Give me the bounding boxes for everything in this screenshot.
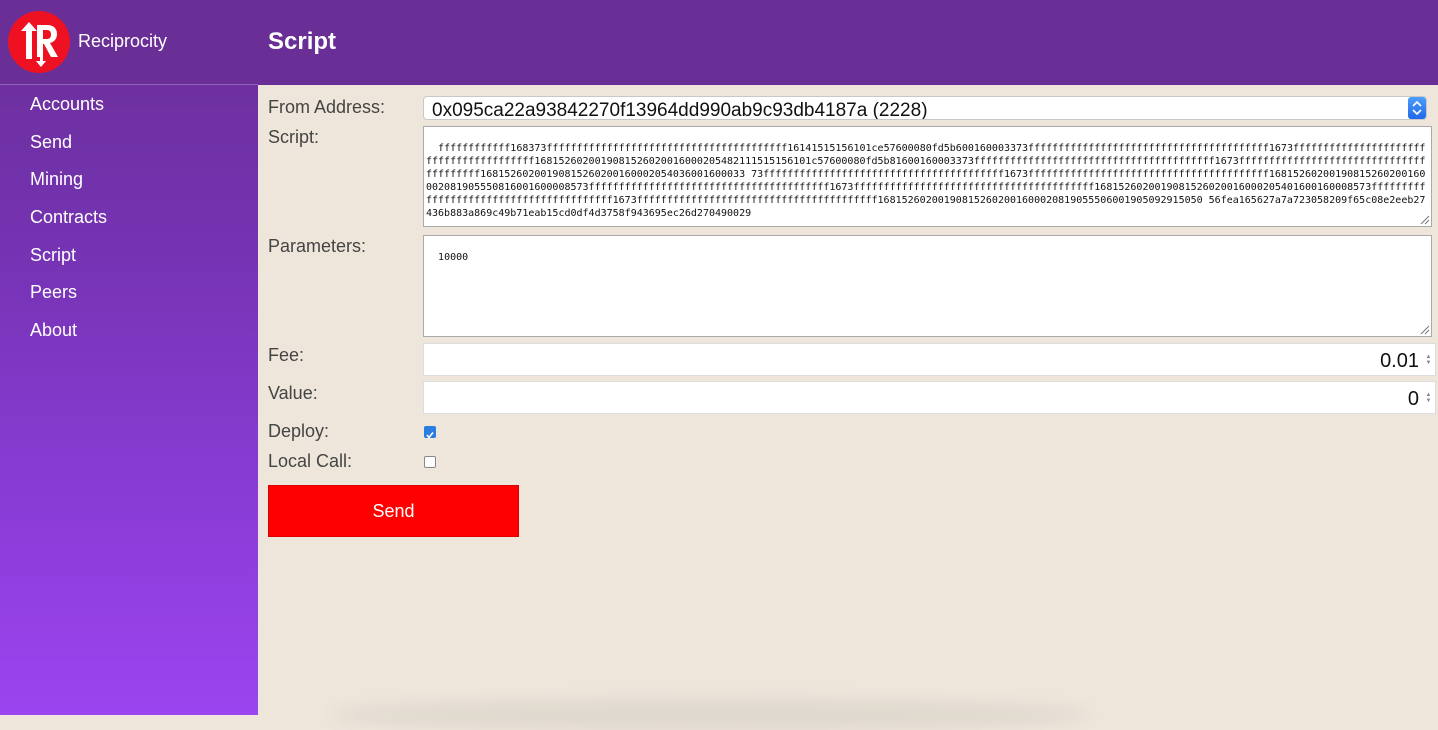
from-address-label: From Address: [268,97,386,117]
sidebar-item-send[interactable]: Send [30,132,72,153]
sidebar-item-contracts[interactable]: Contracts [30,207,107,228]
sidebar-item-script[interactable]: Script [30,245,76,266]
from-address-select[interactable]: 0x095ca22a93842270f13964dd990ab9c93db418… [423,96,1427,120]
reciprocity-logo-icon[interactable] [8,11,70,73]
local-call-label: Local Call: [268,451,353,471]
deploy-label: Deploy: [268,421,330,441]
sidebar: Reciprocity Accounts Send Mining Contrac… [0,0,258,715]
sidebar-item-accounts[interactable]: Accounts [30,94,104,115]
spinner-icon[interactable]: ▲ ▼ [1425,354,1432,366]
check-icon [426,432,434,439]
script-textarea[interactable]: ffffffffffff168373ffffffffffffffffffffff… [423,126,1432,227]
sidebar-item-peers[interactable]: Peers [30,282,77,303]
parameters-label: Parameters: [268,236,367,256]
script-text: ffffffffffff168373ffffffffffffffffffffff… [426,143,1426,219]
resize-grip-icon[interactable] [1419,324,1430,335]
value-label: Value: [268,383,318,403]
parameters-text: 10000 [438,252,469,263]
local-call-checkbox[interactable] [424,456,436,468]
value-value: 0 [1407,388,1419,410]
deploy-checkbox[interactable] [424,426,436,439]
send-button[interactable]: Send [268,485,519,537]
parameters-textarea[interactable]: 10000 [423,235,1432,337]
script-label: Script: [268,127,320,147]
fee-label: Fee: [268,345,305,365]
brand-name[interactable]: Reciprocity [78,31,167,52]
spinner-icon[interactable]: ▲ ▼ [1425,392,1432,404]
from-address-value: 0x095ca22a93842270f13964dd990ab9c93db418… [432,100,928,120]
footer-shadow [330,700,1090,730]
sidebar-item-about[interactable]: About [30,320,77,341]
chevron-updown-icon [1408,97,1426,119]
resize-grip-icon[interactable] [1419,214,1430,225]
fee-input[interactable]: 0.01 ▲ ▼ [423,343,1436,376]
header: Script [258,0,1438,85]
sidebar-item-mining[interactable]: Mining [30,169,83,190]
value-input[interactable]: 0 ▲ ▼ [423,381,1436,414]
fee-value: 0.01 [1380,350,1419,372]
page-title: Script [268,28,337,55]
brand: Reciprocity [0,0,258,85]
